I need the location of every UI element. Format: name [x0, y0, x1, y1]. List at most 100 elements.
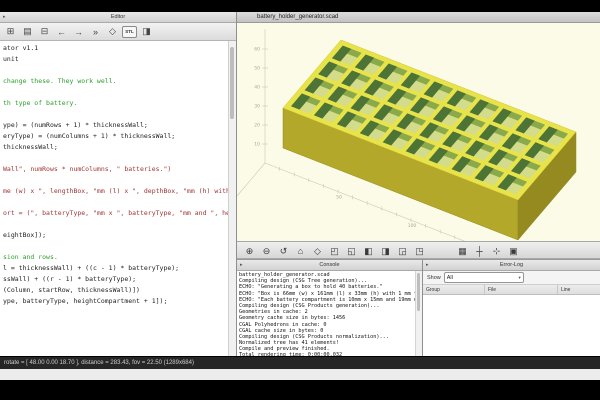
- console-line: Total rendering time: 0:00:00.032: [237, 352, 416, 356]
- new-file-icon[interactable]: ⊞: [3, 25, 18, 38]
- zoom-out-icon[interactable]: ⊖: [259, 245, 274, 258]
- view-settings-icon[interactable]: ◨: [139, 25, 154, 38]
- left-view-icon[interactable]: ◧: [361, 245, 376, 258]
- code-line: [0, 175, 229, 186]
- code-line: [0, 219, 229, 230]
- code-editor[interactable]: ator v1.1unit change these. They work we…: [0, 41, 236, 356]
- svg-text:30: 30: [254, 104, 260, 110]
- code-line: ator v1.1: [0, 43, 229, 54]
- bottom-view-icon[interactable]: ◱: [344, 245, 359, 258]
- bottom-panels: ▸ Console battery_holder_generator.scadC…: [237, 259, 600, 356]
- code-line: ype) = (numRows + 1) * thicknessWall;: [0, 120, 229, 131]
- svg-text:50: 50: [254, 66, 260, 72]
- code-line: ort = (", batteryType, "mm x ", batteryT…: [0, 208, 229, 219]
- zoom-in-icon[interactable]: ⊕: [242, 245, 257, 258]
- code-line: eightBox]);: [0, 230, 229, 241]
- code-line: me (w) x ", lengthBox, "mm (l) x ", dept…: [0, 186, 229, 197]
- back-view-icon[interactable]: ◳: [412, 245, 427, 258]
- console-disclosure-icon[interactable]: ▸: [240, 262, 243, 268]
- export-stl-icon[interactable]: STL: [122, 26, 137, 38]
- status-bar: rotate = [ 48.00 0.00 18.70 ], distance …: [0, 356, 600, 369]
- viewport[interactable]: 10203040506050100150: [237, 23, 600, 241]
- code-line: [0, 65, 229, 76]
- code-line: th type of battery.: [0, 98, 229, 109]
- errorlog-filter-value: All: [447, 275, 453, 281]
- code-line: change these. They work well.: [0, 76, 229, 87]
- errorlog-disclosure-icon[interactable]: ▸: [426, 262, 429, 268]
- openscad-window: ▸ Editor ⊞▤⊟←→»◇STL◨ ator v1.1unit chang…: [0, 12, 600, 380]
- errorlog-column-line[interactable]: Line: [558, 285, 600, 294]
- console-lines: battery_holder_generator.scadCompiling d…: [237, 272, 416, 356]
- code-line: sion and rows.: [0, 252, 229, 263]
- code-line: [0, 109, 229, 120]
- errorlog-column-file[interactable]: File: [485, 285, 558, 294]
- code-line: unit: [0, 54, 229, 65]
- console-title: Console: [319, 262, 339, 268]
- code-line: l = thicknessWall) + ((c - 1) * batteryT…: [0, 263, 229, 274]
- svg-text:40: 40: [254, 85, 260, 91]
- perspective-toggle-icon[interactable]: ▣: [506, 245, 521, 258]
- view-toolbar: ⊕⊖↺⌂◇◰◱◧◨◲◳ ▦┼⊹▣: [237, 241, 600, 259]
- editor-pane: ▸ Editor ⊞▤⊟←→»◇STL◨ ator v1.1unit chang…: [0, 12, 237, 356]
- svg-text:20: 20: [254, 123, 260, 129]
- show-edges-icon[interactable]: ▦: [455, 245, 470, 258]
- svg-text:10: 10: [254, 142, 260, 148]
- errorlog-table-header: GroupFileLine: [423, 285, 600, 295]
- console-scrollbar[interactable]: [415, 271, 422, 356]
- save-file-icon[interactable]: ⊟: [37, 25, 52, 38]
- console-body[interactable]: battery_holder_generator.scadCompiling d…: [237, 271, 422, 356]
- errorlog-filter-row: Show All ▾: [423, 271, 600, 285]
- code-line: Wall", numRows * numColumns, " batteries…: [0, 164, 229, 175]
- main-row: ▸ Editor ⊞▤⊟←→»◇STL◨ ator v1.1unit chang…: [0, 12, 600, 356]
- code-line: [0, 87, 229, 98]
- console-header: ▸ Console: [237, 260, 422, 271]
- svg-text:50: 50: [336, 195, 342, 201]
- front-view-icon[interactable]: ◲: [395, 245, 410, 258]
- editor-disclosure-icon[interactable]: ▸: [3, 14, 6, 20]
- undo-icon[interactable]: ←: [54, 25, 69, 38]
- show-crosshairs-icon[interactable]: ⊹: [489, 245, 504, 258]
- editor-scrollbar-thumb[interactable]: [230, 47, 234, 119]
- reset-view-icon[interactable]: ↺: [276, 245, 291, 258]
- errorlog-title: Error-Log: [500, 262, 523, 268]
- right-pane: battery_holder_generator.scad 10 20 30 40 50…: [237, 12, 600, 356]
- code-line: [0, 241, 229, 252]
- code-line: ssWall) + ((r - 1) * batteryType);: [0, 274, 229, 285]
- errorlog-filter-select[interactable]: All ▾: [444, 272, 524, 283]
- code-line: (Column, startRow, thicknessWall)]): [0, 285, 229, 296]
- code-area[interactable]: ator v1.1unit change these. They work we…: [0, 43, 229, 356]
- errorlog-pane: ▸ Error-Log Show All ▾ GroupFileLine: [423, 260, 600, 356]
- status-bar-text: rotate = [ 48.00 0.00 18.70 ], distance …: [4, 360, 194, 366]
- editor-pane-header: ▸ Editor: [0, 12, 236, 23]
- window-title: battery_holder_generator.scad: [257, 14, 338, 20]
- console-pane: ▸ Console battery_holder_generator.scadC…: [237, 260, 423, 356]
- code-line: thicknessWall;: [0, 142, 229, 153]
- code-line: eryType) = (numColumns + 1) * thicknessW…: [0, 131, 229, 142]
- errorlog-show-label: Show: [427, 275, 441, 281]
- chevron-down-icon: ▾: [519, 275, 521, 281]
- diagonal-view-icon[interactable]: ◇: [310, 245, 325, 258]
- code-line: [0, 197, 229, 208]
- editor-toolbar: ⊞▤⊟←→»◇STL◨: [0, 23, 236, 41]
- open-file-icon[interactable]: ▤: [20, 25, 35, 38]
- window-titlebar: battery_holder_generator.scad: [237, 12, 600, 23]
- console-scrollbar-thumb[interactable]: [417, 273, 420, 311]
- errorlog-table-body[interactable]: [423, 295, 600, 356]
- top-view-icon[interactable]: ◰: [327, 245, 342, 258]
- show-axes-icon[interactable]: ┼: [472, 245, 487, 258]
- right-view-icon[interactable]: ◨: [378, 245, 393, 258]
- preview-icon[interactable]: »: [88, 25, 103, 38]
- code-line: ype, batteryType, heightCompartment + 1]…: [0, 296, 229, 307]
- svg-text:60: 60: [254, 47, 260, 53]
- errorlog-column-group[interactable]: Group: [423, 285, 485, 294]
- editor-scrollbar[interactable]: [228, 41, 236, 356]
- render-icon[interactable]: ◇: [105, 25, 120, 38]
- code-line: [0, 153, 229, 164]
- console-line: ECHO: "Box is 66mm (w) x 161mm (l) x 33m…: [237, 291, 416, 297]
- errorlog-header: ▸ Error-Log: [423, 260, 600, 271]
- svg-text:100: 100: [408, 223, 417, 229]
- redo-icon[interactable]: →: [71, 25, 86, 38]
- view-toolbar-right-group: ▦┼⊹▣: [454, 241, 522, 259]
- viewport-canvas[interactable]: 10203040506050100150: [237, 23, 600, 241]
- view-all-icon[interactable]: ⌂: [293, 245, 308, 258]
